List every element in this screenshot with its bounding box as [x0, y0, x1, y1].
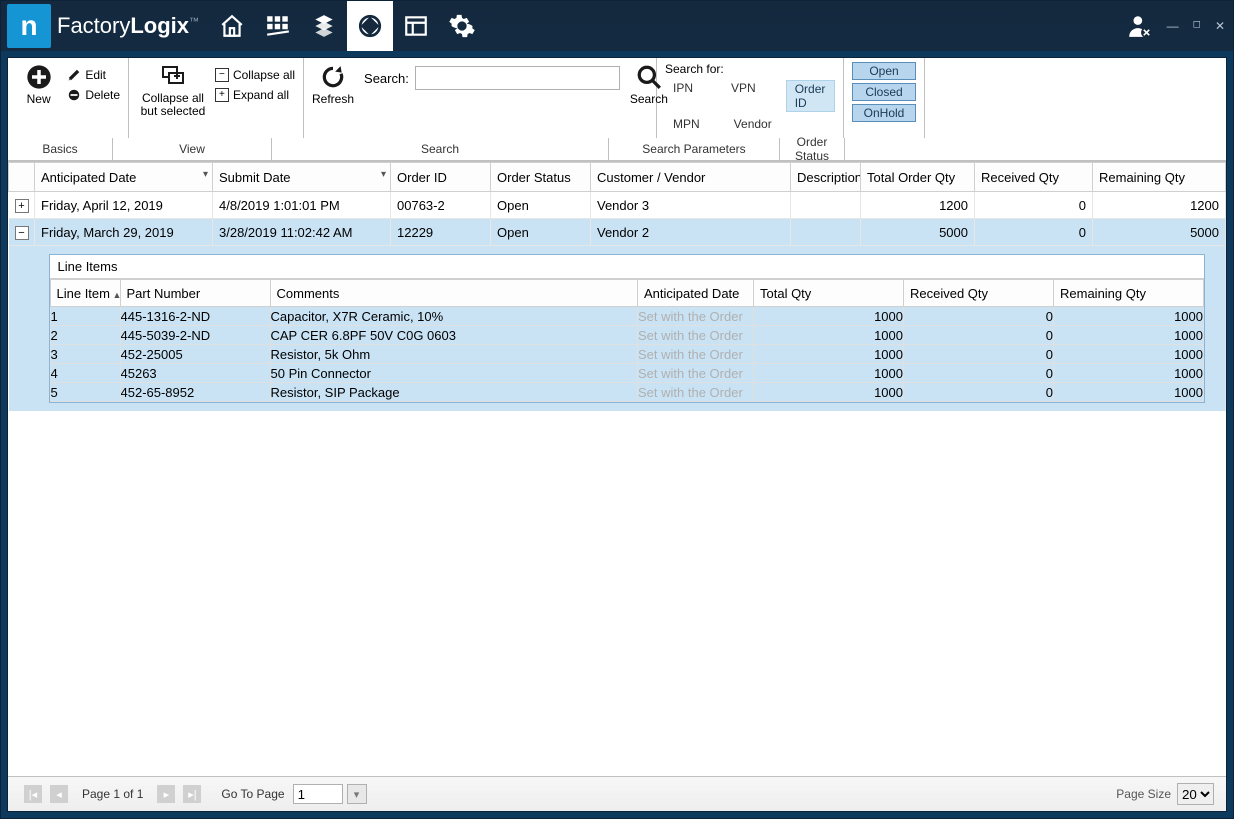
goto-page-input[interactable] [293, 784, 343, 804]
search-label: Search: [364, 71, 409, 86]
nav-stack-icon[interactable] [301, 1, 347, 51]
nav-diamond-icon[interactable] [347, 1, 393, 51]
line-item-row[interactable]: 5452-65-8952Resistor, SIP PackageSet wit… [50, 383, 1204, 402]
ribbon: New Edit Delete [8, 58, 1226, 162]
goto-page-label: Go To Page [221, 787, 284, 801]
collapse-all-but-selected-button[interactable]: Collapse allbut selected [137, 62, 209, 134]
search-param-vpn[interactable]: VPN [723, 80, 764, 112]
pager-page-label: Page 1 of 1 [82, 787, 143, 801]
search-input[interactable] [415, 66, 620, 90]
status-filter-open[interactable]: Open [852, 62, 916, 80]
li-col-part[interactable]: Part Number [120, 280, 270, 307]
nav-panel-icon[interactable] [393, 1, 439, 51]
col-description[interactable]: Description [791, 163, 861, 192]
col-received[interactable]: Received Qty [975, 163, 1093, 192]
pager-next-button[interactable]: ▸ [157, 785, 175, 803]
expand-all-button[interactable]: +Expand all [215, 86, 295, 104]
row-expander-icon[interactable]: − [15, 226, 29, 240]
new-button[interactable]: New [16, 62, 61, 134]
line-item-row[interactable]: 3452-25005Resistor, 5k OhmSet with the O… [50, 345, 1204, 364]
delete-button[interactable]: Delete [67, 86, 120, 104]
pager: |◂ ◂ Page 1 of 1 ▸ ▸| Go To Page ▾ Page … [8, 776, 1226, 811]
ribbon-group-order-status: Order Status [780, 138, 845, 160]
nav-settings-icon[interactable] [439, 1, 485, 51]
col-remaining[interactable]: Remaining Qty [1093, 163, 1226, 192]
li-col-comments[interactable]: Comments [270, 280, 638, 307]
app-logo: n [7, 4, 51, 48]
orders-grid: Anticipated Date▾ Submit Date▾ Order ID … [8, 162, 1226, 776]
nav-grid-icon[interactable] [255, 1, 301, 51]
line-item-row[interactable]: 44526350 Pin ConnectorSet with the Order… [50, 364, 1204, 383]
page-size-select[interactable]: 20 [1177, 783, 1214, 805]
ribbon-group-search-params: Search Parameters [609, 138, 780, 160]
ribbon-group-basics: Basics [8, 138, 113, 160]
col-status[interactable]: Order Status [491, 163, 591, 192]
collapse-all-button[interactable]: −Collapse all [215, 66, 295, 84]
li-col-item[interactable]: Line Item [50, 280, 120, 307]
search-param-mpn[interactable]: MPN [665, 116, 708, 132]
ribbon-group-view: View [113, 138, 272, 160]
search-for-label: Search for: [665, 62, 835, 76]
row-expander-icon[interactable]: + [15, 199, 29, 213]
pager-prev-button[interactable]: ◂ [50, 785, 68, 803]
pager-first-button[interactable]: |◂ [24, 785, 42, 803]
status-filter-closed[interactable]: Closed [852, 83, 916, 101]
col-expander [9, 163, 35, 192]
status-filter-onhold[interactable]: OnHold [852, 104, 916, 122]
order-row[interactable]: −Friday, March 29, 20193/28/2019 11:02:4… [9, 219, 1226, 246]
window-restore[interactable]: ◻ [1193, 19, 1201, 33]
page-size-label: Page Size [1116, 787, 1171, 801]
line-items-panel: Line ItemsLine ItemPart NumberCommentsAn… [49, 254, 1206, 403]
col-anticipated[interactable]: Anticipated Date▾ [35, 163, 213, 192]
search-param-ipn[interactable]: IPN [665, 80, 701, 112]
user-icon[interactable] [1127, 13, 1153, 39]
edit-button[interactable]: Edit [67, 66, 120, 84]
app-brand: FactoryLogix™ [57, 13, 199, 39]
line-item-row[interactable]: 1445-1316-2-NDCapacitor, X7R Ceramic, 10… [50, 307, 1204, 326]
col-total[interactable]: Total Order Qty [861, 163, 975, 192]
nav-home-icon[interactable] [209, 1, 255, 51]
window-minimize[interactable]: — [1167, 19, 1179, 33]
li-col-anticipated[interactable]: Anticipated Date [638, 280, 754, 307]
li-col-remaining[interactable]: Remaining Qty [1054, 280, 1204, 307]
li-col-received[interactable]: Received Qty [904, 280, 1054, 307]
line-item-row[interactable]: 2445-5039-2-NDCAP CER 6.8PF 50V C0G 0603… [50, 326, 1204, 345]
line-items-title: Line Items [50, 255, 1205, 279]
ribbon-group-search: Search [272, 138, 609, 160]
window-close[interactable]: ✕ [1215, 19, 1225, 33]
pager-last-button[interactable]: ▸| [183, 785, 201, 803]
titlebar: n FactoryLogix™ [1, 1, 1233, 51]
col-customer[interactable]: Customer / Vendor [591, 163, 791, 192]
order-row[interactable]: +Friday, April 12, 20194/8/2019 1:01:01 … [9, 192, 1226, 219]
col-submit[interactable]: Submit Date▾ [213, 163, 391, 192]
refresh-button[interactable]: Refresh [312, 62, 354, 106]
li-col-total[interactable]: Total Qty [754, 280, 904, 307]
search-param-orderid[interactable]: Order ID [786, 80, 835, 112]
search-param-vendor[interactable]: Vendor [726, 116, 780, 132]
col-orderid[interactable]: Order ID [391, 163, 491, 192]
goto-page-dropdown[interactable]: ▾ [347, 784, 367, 804]
